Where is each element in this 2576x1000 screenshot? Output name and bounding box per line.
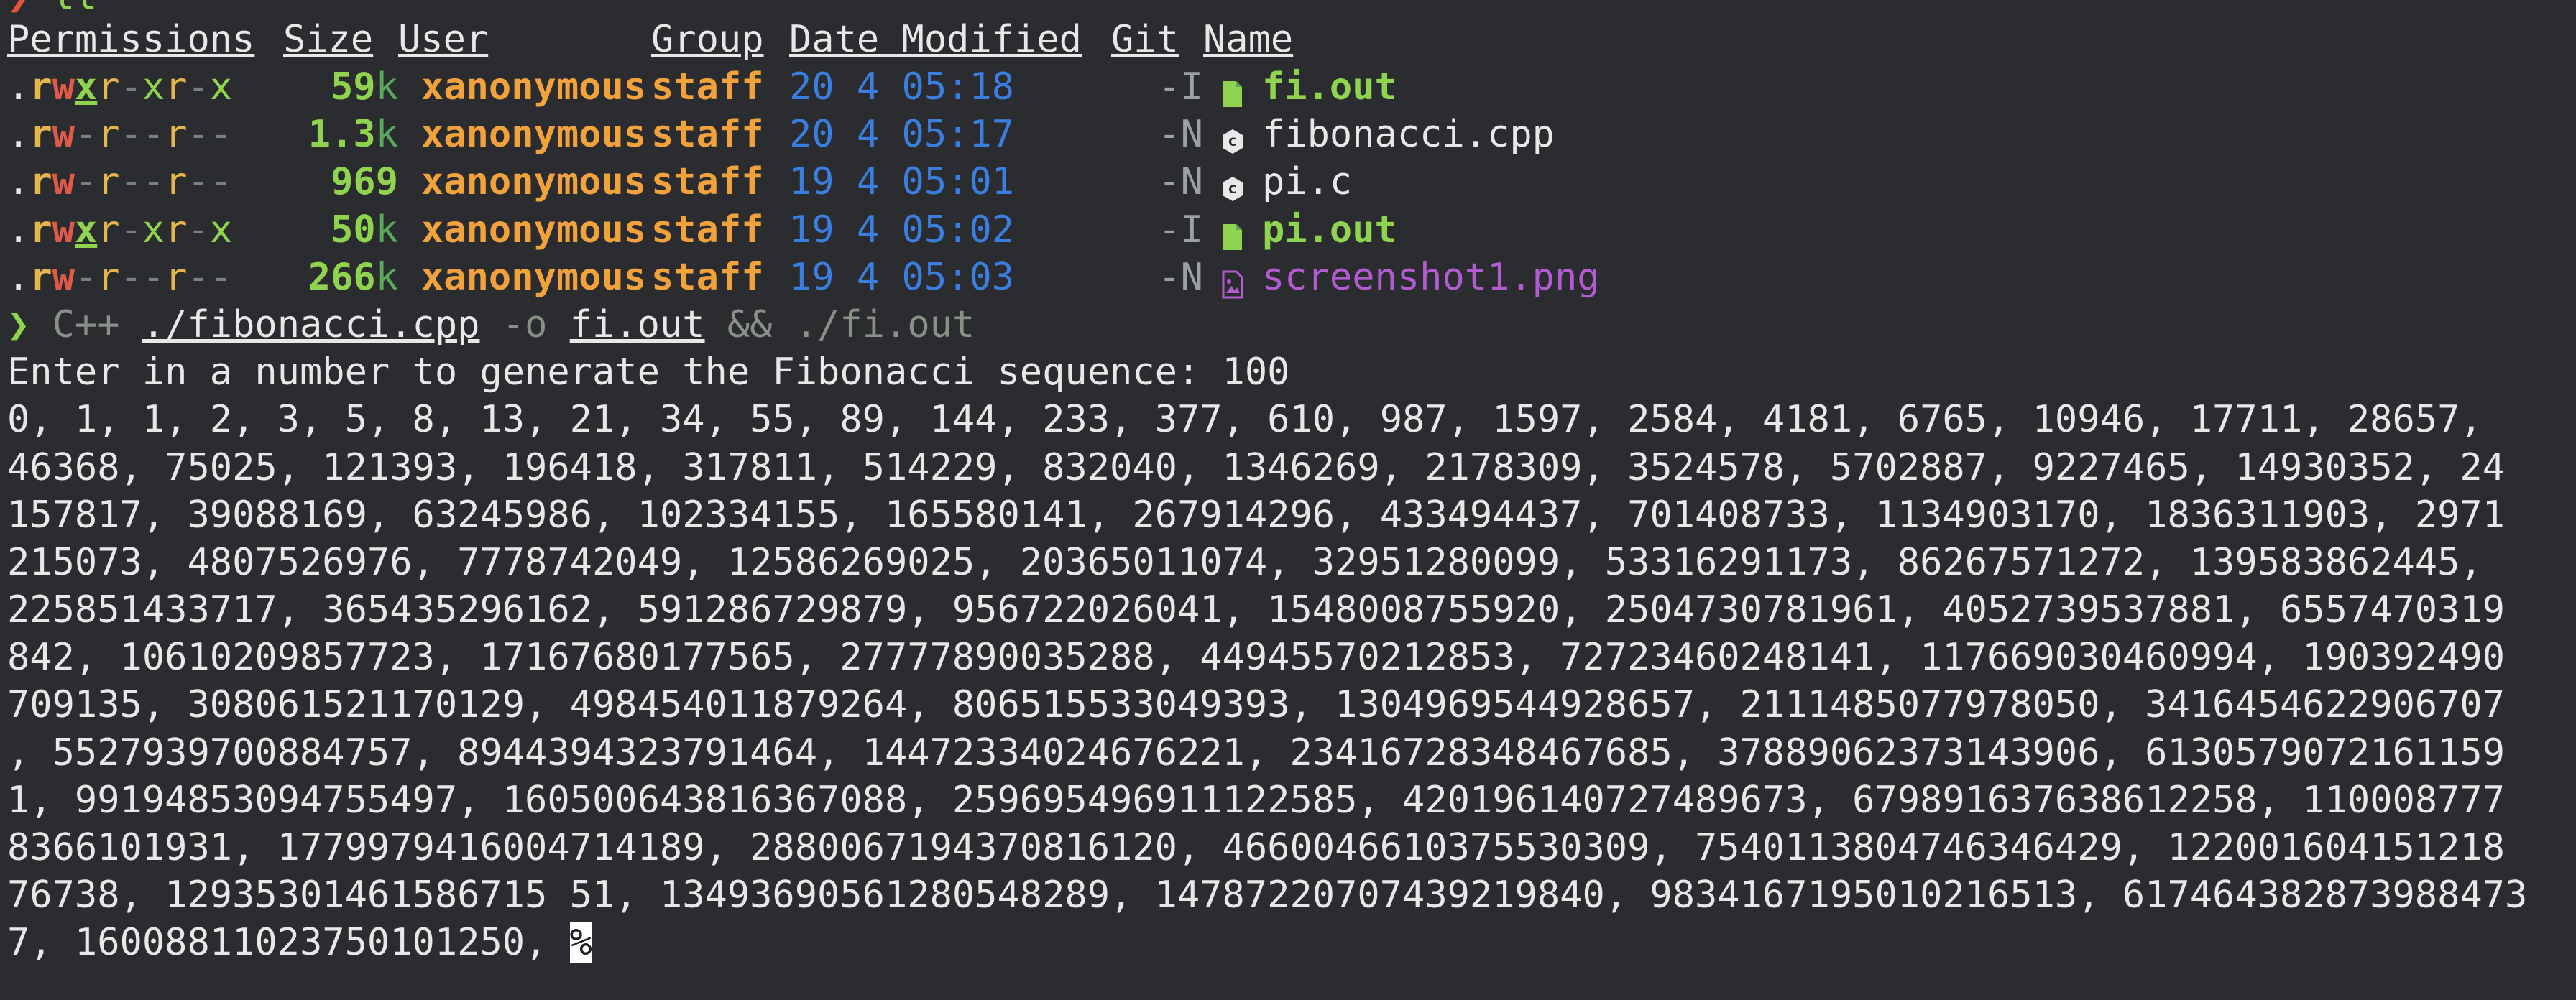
size: 50k xyxy=(331,208,398,251)
run-command: ./fi.out xyxy=(794,302,975,346)
header-user: User xyxy=(398,17,489,61)
source-file-arg: ./fibonacci.cpp xyxy=(142,302,480,346)
output-flag: -o xyxy=(502,302,548,346)
output-line: , 5527939700884757, 8944394323791464, 14… xyxy=(7,731,2506,774)
date-modified: 19 4 05:01 xyxy=(789,160,1015,204)
group: staff xyxy=(651,113,764,157)
file-name[interactable]: screenshot1.png xyxy=(1262,254,1600,301)
output-line: 0, 1, 1, 2, 3, 5, 8, 13, 21, 34, 55, 89,… xyxy=(7,398,2483,442)
file-icon xyxy=(1220,216,1245,250)
header-date-modified: Date Modified xyxy=(789,17,1082,61)
permissions: .rw-r--r-- xyxy=(7,160,233,204)
header-permissions: Permissions xyxy=(7,17,255,61)
c-icon: C xyxy=(1220,167,1245,202)
file-name[interactable]: fibonacci.cpp xyxy=(1262,111,1555,158)
file-name[interactable]: pi.out xyxy=(1262,206,1397,254)
output-line: 225851433717, 365435296162, 591286729879… xyxy=(7,588,2506,632)
cpp-icon: C xyxy=(1220,120,1245,154)
user: xanonymous xyxy=(421,160,647,204)
date-modified: 20 4 05:17 xyxy=(789,113,1015,157)
date-modified: 19 4 05:02 xyxy=(789,208,1015,251)
file-name[interactable]: pi.c xyxy=(1262,158,1352,205)
size: 969 xyxy=(331,160,398,204)
output-line: 157817, 39088169, 63245986, 102334155, 1… xyxy=(7,493,2506,537)
size: 59k xyxy=(331,65,398,108)
permissions: .rwxr-xr-x xyxy=(7,65,233,108)
date-modified: 20 4 05:18 xyxy=(789,65,1015,108)
listing-header: Permissions Size User Group Date Modifie… xyxy=(7,16,2576,63)
output-line: 8366101931, 1779979416004714189, 2880067… xyxy=(7,826,2506,869)
compiler-command: C++ xyxy=(52,302,120,346)
permissions: .rwxr-xr-x xyxy=(7,208,233,251)
header-git: Git xyxy=(1111,17,1179,61)
user: xanonymous xyxy=(421,113,647,157)
size: 1.3k xyxy=(308,113,398,157)
header-name: Name xyxy=(1203,17,1294,61)
listing-row: .rw-r--r-- 266k xanonymous staff 19 4 05… xyxy=(7,254,2576,301)
date-modified: 19 4 05:03 xyxy=(789,255,1015,299)
listing-row: .rwxr-xr-x 59k xanonymous staff 20 4 05:… xyxy=(7,63,2576,111)
prompt-line-2: ❯ C++ ./fibonacci.cpp -o fi.out && ./fi.… xyxy=(7,301,2576,348)
program-prompt-text: Enter in a number to generate the Fibona… xyxy=(7,351,1290,394)
git-status: -N xyxy=(1158,160,1203,204)
listing-row: .rw-r--r-- 969 xanonymous staff 19 4 05:… xyxy=(7,158,2576,205)
prompt-arrow-icon: ❯ xyxy=(7,0,29,16)
git-status: -I xyxy=(1158,208,1203,251)
and-operator: && xyxy=(727,302,773,346)
svg-text:C: C xyxy=(1228,135,1237,149)
terminal-cursor[interactable]: % xyxy=(569,922,592,963)
image-icon xyxy=(1220,263,1245,299)
output-line: 842, 10610209857723, 17167680177565, 277… xyxy=(7,636,2506,680)
permissions: .rw-r--r-- xyxy=(7,113,233,157)
group: staff xyxy=(651,208,764,251)
group: staff xyxy=(651,65,764,108)
file-name[interactable]: fi.out xyxy=(1262,63,1397,111)
output-last-line: 7, 16008811023750101250, % xyxy=(7,919,2576,966)
listing-row: .rw-r--r-- 1.3k xanonymous staff 20 4 05… xyxy=(7,111,2576,158)
size: 266k xyxy=(308,255,398,299)
output-line: 215073, 4807526976, 7778742049, 12586269… xyxy=(7,540,2483,584)
terminal-window[interactable]: ❯ ll Permissions Size User Group Date Mo… xyxy=(0,0,2576,978)
listing-row: .rwxr-xr-x 50k xanonymous staff 19 4 05:… xyxy=(7,206,2576,254)
output-file-arg: fi.out xyxy=(569,302,705,346)
permissions: .rw-r--r-- xyxy=(7,255,233,299)
git-status: -N xyxy=(1158,113,1203,157)
output-line: 1, 99194853094755497, 160500643816367088… xyxy=(7,778,2506,822)
user: xanonymous xyxy=(421,65,647,108)
prompt-arrow-icon: ❯ xyxy=(7,302,30,346)
svg-text:C: C xyxy=(1228,182,1237,196)
header-size: Size xyxy=(283,17,374,61)
output-line: 46368, 75025, 121393, 196418, 317811, 51… xyxy=(7,445,2506,489)
header-group: Group xyxy=(651,17,764,61)
prompt-line-1: ❯ ll xyxy=(7,0,2576,16)
git-status: -I xyxy=(1158,65,1203,108)
command-text: ll xyxy=(52,0,98,16)
group: staff xyxy=(651,160,764,204)
output-line: 76738, 12935301461586715 51, 13493690561… xyxy=(7,874,2528,917)
output-line: 7, 16008811023750101250, xyxy=(7,921,570,965)
git-status: -N xyxy=(1158,255,1203,299)
group: staff xyxy=(651,255,764,299)
user: xanonymous xyxy=(421,255,647,299)
output-line: 709135, 308061521170129, 498454011879264… xyxy=(7,683,2506,727)
file-icon xyxy=(1220,73,1245,108)
user: xanonymous xyxy=(421,208,647,251)
